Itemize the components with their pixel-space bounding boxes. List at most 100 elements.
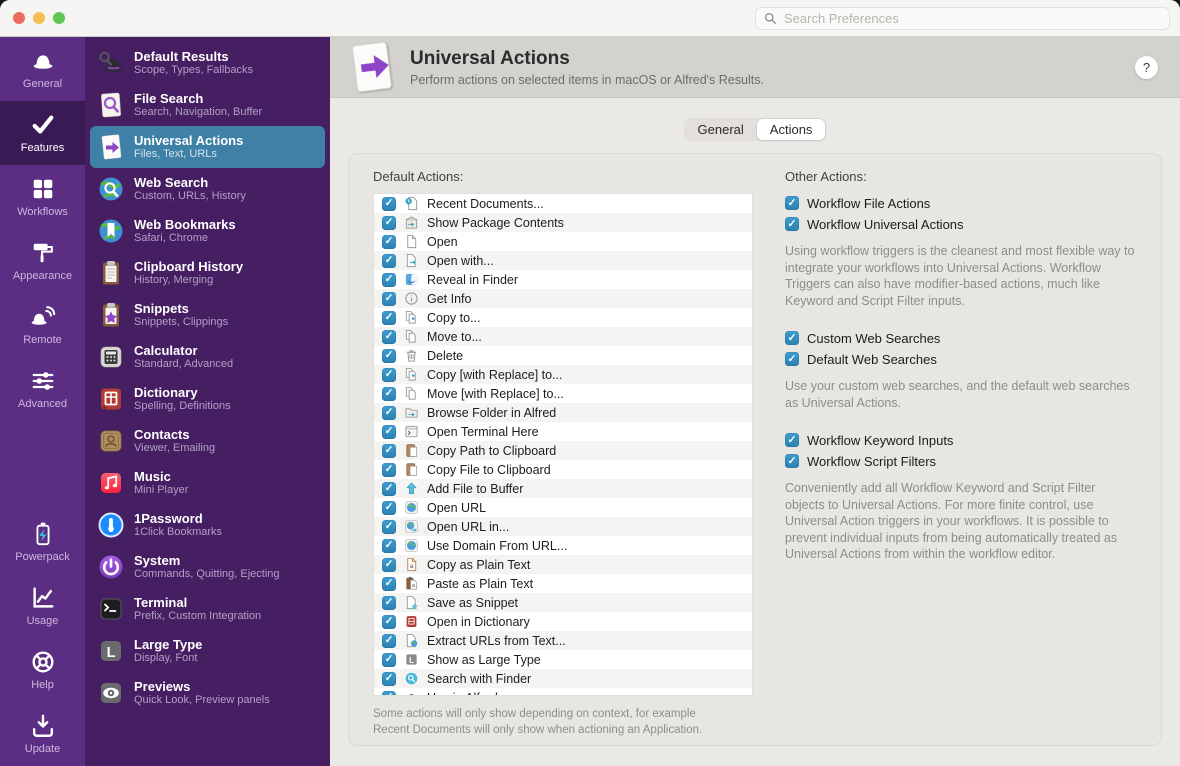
checkbox-checked[interactable]: ✓ xyxy=(382,501,396,515)
action-row[interactable]: ✓Search with Finder xyxy=(374,669,752,688)
action-row[interactable]: ✓Move to... xyxy=(374,327,752,346)
rail-item-general[interactable]: General xyxy=(0,37,85,101)
checkbox-checked[interactable]: ✓ xyxy=(382,254,396,268)
checkbox-checked[interactable]: ✓ xyxy=(785,217,799,231)
tab-actions[interactable]: Actions xyxy=(757,119,826,140)
checkbox-checked[interactable]: ✓ xyxy=(382,235,396,249)
option-workflow-universal-actions[interactable]: ✓Workflow Universal Actions xyxy=(785,214,1137,234)
rail-item-usage[interactable]: Usage xyxy=(0,574,85,638)
rail-item-update[interactable]: Update xyxy=(0,702,85,766)
checkbox-checked[interactable]: ✓ xyxy=(382,444,396,458)
checkbox-checked[interactable]: ✓ xyxy=(785,454,799,468)
sidebar-item-dictionary[interactable]: DictionarySpelling, Definitions xyxy=(90,378,325,420)
checkbox-checked[interactable]: ✓ xyxy=(382,615,396,629)
checkbox-checked[interactable]: ✓ xyxy=(382,273,396,287)
action-row[interactable]: ✓Get Info xyxy=(374,289,752,308)
action-row[interactable]: ✓Open in Dictionary xyxy=(374,612,752,631)
checkbox-checked[interactable]: ✓ xyxy=(785,352,799,366)
checkbox-checked[interactable]: ✓ xyxy=(382,349,396,363)
checkbox-checked[interactable]: ✓ xyxy=(382,292,396,306)
action-row[interactable]: ✓Move [with Replace] to... xyxy=(374,384,752,403)
sidebar-item-contacts[interactable]: ContactsViewer, Emailing xyxy=(90,420,325,462)
rail-item-help[interactable]: Help xyxy=(0,638,85,702)
checkbox-checked[interactable]: ✓ xyxy=(382,577,396,591)
sidebar-item-default-results[interactable]: Default ResultsScope, Types, Fallbacks xyxy=(90,42,325,84)
checkbox-checked[interactable]: ✓ xyxy=(785,196,799,210)
action-row[interactable]: ✓Open with... xyxy=(374,251,752,270)
action-row[interactable]: ✓Recent Documents... xyxy=(374,194,752,213)
checkbox-checked[interactable]: ✓ xyxy=(382,387,396,401)
rail-item-remote[interactable]: Remote xyxy=(0,293,85,357)
action-row[interactable]: ✓Open URL xyxy=(374,498,752,517)
action-row[interactable]: ✓Open URL in... xyxy=(374,517,752,536)
checkbox-checked[interactable]: ✓ xyxy=(382,653,396,667)
checkbox-checked[interactable]: ✓ xyxy=(382,539,396,553)
action-row[interactable]: ✓aPaste as Plain Text xyxy=(374,574,752,593)
action-row[interactable]: ✓Use Domain From URL... xyxy=(374,536,752,555)
help-button[interactable]: ? xyxy=(1135,56,1158,79)
checkbox-checked[interactable]: ✓ xyxy=(382,330,396,344)
rail-item-advanced[interactable]: Advanced xyxy=(0,357,85,421)
checkbox-checked[interactable]: ✓ xyxy=(382,596,396,610)
rail-item-workflows[interactable]: Workflows xyxy=(0,165,85,229)
search-field[interactable] xyxy=(755,7,1170,30)
checkbox-checked[interactable]: ✓ xyxy=(382,368,396,382)
option-workflow-file-actions[interactable]: ✓Workflow File Actions xyxy=(785,193,1137,213)
action-row[interactable]: ✓Save as Snippet xyxy=(374,593,752,612)
checkbox-checked[interactable]: ✓ xyxy=(382,691,396,697)
option-workflow-keyword-inputs[interactable]: ✓Workflow Keyword Inputs xyxy=(785,430,1137,450)
sidebar-item-terminal[interactable]: TerminalPrefix, Custom Integration xyxy=(90,588,325,630)
action-row[interactable]: ✓Extract URLs from Text... xyxy=(374,631,752,650)
default-actions-list[interactable]: ✓Recent Documents...✓Show Package Conten… xyxy=(373,193,753,696)
action-row[interactable]: ✓Browse Folder in Alfred xyxy=(374,403,752,422)
checkbox-checked[interactable]: ✓ xyxy=(785,433,799,447)
action-row[interactable]: ✓Copy Path to Clipboard xyxy=(374,441,752,460)
action-row[interactable]: ✓Reveal in Finder xyxy=(374,270,752,289)
checkbox-checked[interactable]: ✓ xyxy=(382,311,396,325)
action-row[interactable]: ✓Delete xyxy=(374,346,752,365)
sidebar-item-music[interactable]: MusicMini Player xyxy=(90,462,325,504)
checkbox-checked[interactable]: ✓ xyxy=(382,406,396,420)
sidebar-item-1password[interactable]: 1Password1Click Bookmarks xyxy=(90,504,325,546)
checkbox-checked[interactable]: ✓ xyxy=(382,425,396,439)
close-button[interactable] xyxy=(13,12,25,24)
action-row[interactable]: ✓Show Package Contents xyxy=(374,213,752,232)
checkbox-checked[interactable]: ✓ xyxy=(382,634,396,648)
checkbox-checked[interactable]: ✓ xyxy=(382,463,396,477)
checkbox-checked[interactable]: ✓ xyxy=(382,520,396,534)
checkbox-checked[interactable]: ✓ xyxy=(785,331,799,345)
sidebar-item-previews[interactable]: PreviewsQuick Look, Preview panels xyxy=(90,672,325,714)
option-custom-web-searches[interactable]: ✓Custom Web Searches xyxy=(785,328,1137,348)
action-row[interactable]: ✓Copy [with Replace] to... xyxy=(374,365,752,384)
action-row[interactable]: ✓Add File to Buffer xyxy=(374,479,752,498)
checkbox-checked[interactable]: ✓ xyxy=(382,216,396,230)
sidebar-item-system[interactable]: SystemCommands, Quitting, Ejecting xyxy=(90,546,325,588)
action-row[interactable]: ✓Copy File to Clipboard xyxy=(374,460,752,479)
checkbox-checked[interactable]: ✓ xyxy=(382,558,396,572)
checkbox-checked[interactable]: ✓ xyxy=(382,482,396,496)
action-row[interactable]: ✓Copy to... xyxy=(374,308,752,327)
minimize-button[interactable] xyxy=(33,12,45,24)
sidebar-item-web-search[interactable]: Web SearchCustom, URLs, History xyxy=(90,168,325,210)
sidebar-item-web-bookmarks[interactable]: Web BookmarksSafari, Chrome xyxy=(90,210,325,252)
rail-item-features[interactable]: Features xyxy=(0,101,85,165)
sidebar-item-large-type[interactable]: LLarge TypeDisplay, Font xyxy=(90,630,325,672)
action-row[interactable]: ✓Use in Alfred... xyxy=(374,688,752,696)
option-workflow-script-filters[interactable]: ✓Workflow Script Filters xyxy=(785,451,1137,471)
search-input[interactable] xyxy=(782,10,1161,27)
checkbox-checked[interactable]: ✓ xyxy=(382,672,396,686)
rail-item-appearance[interactable]: Appearance xyxy=(0,229,85,293)
zoom-button[interactable] xyxy=(53,12,65,24)
option-default-web-searches[interactable]: ✓Default Web Searches xyxy=(785,349,1137,369)
sidebar-item-snippets[interactable]: SnippetsSnippets, Clippings xyxy=(90,294,325,336)
sidebar-item-universal-actions[interactable]: Universal ActionsFiles, Text, URLs xyxy=(90,126,325,168)
action-row[interactable]: ✓Open xyxy=(374,232,752,251)
action-row[interactable]: ✓aCopy as Plain Text xyxy=(374,555,752,574)
rail-item-powerpack[interactable]: Powerpack xyxy=(0,510,85,574)
tab-general[interactable]: General xyxy=(685,119,757,140)
sidebar-item-clipboard-history[interactable]: Clipboard HistoryHistory, Merging xyxy=(90,252,325,294)
sidebar-item-file-search[interactable]: File SearchSearch, Navigation, Buffer xyxy=(90,84,325,126)
action-row[interactable]: ✓Open Terminal Here xyxy=(374,422,752,441)
sidebar-item-calculator[interactable]: CalculatorStandard, Advanced xyxy=(90,336,325,378)
checkbox-checked[interactable]: ✓ xyxy=(382,197,396,211)
